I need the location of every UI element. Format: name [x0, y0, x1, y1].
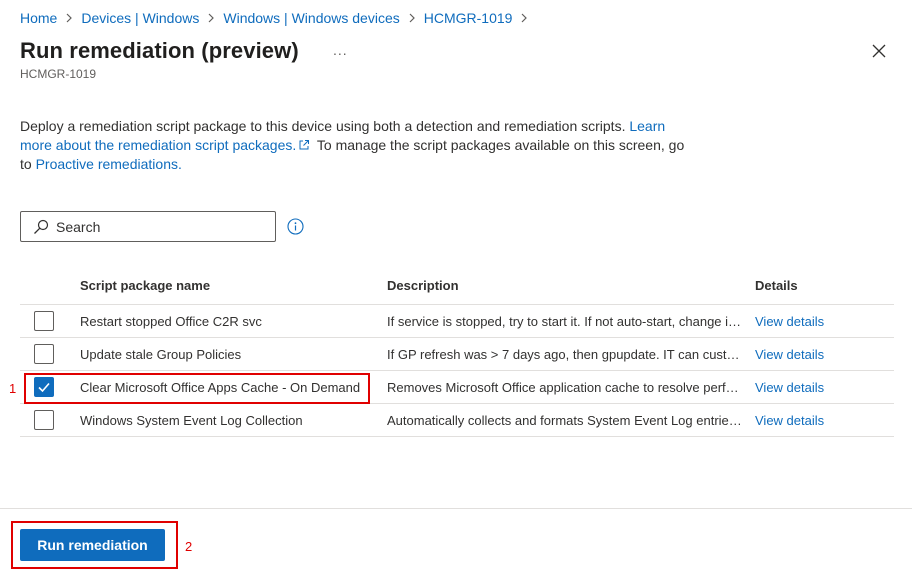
- page-subtitle: HCMGR-1019: [20, 67, 97, 81]
- table-row[interactable]: Clear Microsoft Office Apps Cache - On D…: [20, 371, 894, 404]
- script-package-name: Update stale Group Policies: [80, 346, 242, 362]
- breadcrumb-windows-devices[interactable]: Windows | Windows devices: [223, 9, 399, 27]
- script-package-name: Windows System Event Log Collection: [80, 412, 303, 428]
- row-checkbox[interactable]: [34, 344, 54, 364]
- view-details-link[interactable]: View details: [755, 314, 824, 329]
- script-packages-table: Script package name Description Details …: [20, 267, 894, 437]
- script-package-description: Removes Microsoft Office application cac…: [387, 379, 755, 395]
- search-input[interactable]: [56, 218, 256, 235]
- close-button[interactable]: [870, 42, 888, 60]
- run-remediation-panel: Home Devices | Windows Windows | Windows…: [0, 0, 912, 579]
- external-link-icon: [299, 140, 310, 150]
- view-details-link[interactable]: View details: [755, 347, 824, 362]
- more-options-button[interactable]: ...: [333, 42, 348, 58]
- script-package-name: Restart stopped Office C2R svc: [80, 313, 262, 329]
- script-package-name: Clear Microsoft Office Apps Cache - On D…: [80, 379, 361, 395]
- table-row[interactable]: Update stale Group Policies If GP refres…: [20, 338, 894, 371]
- view-details-link[interactable]: View details: [755, 380, 824, 395]
- row-checkbox[interactable]: [34, 311, 54, 331]
- chevron-right-icon: [65, 13, 73, 23]
- table-row[interactable]: Restart stopped Office C2R svc If servic…: [20, 305, 894, 338]
- row-checkbox[interactable]: [34, 410, 54, 430]
- checkmark-icon: [38, 382, 50, 393]
- run-remediation-button[interactable]: Run remediation: [20, 529, 165, 561]
- description-text: Deploy a remediation script package to t…: [20, 117, 690, 174]
- footer-divider: [0, 508, 912, 509]
- table-header: Script package name Description Details: [20, 267, 894, 305]
- description-part-1: Deploy a remediation script package to t…: [20, 118, 630, 134]
- script-package-description: If GP refresh was > 7 days ago, then gpu…: [387, 346, 755, 362]
- column-header-name[interactable]: Script package name: [80, 278, 387, 293]
- script-package-description: If service is stopped, try to start it. …: [387, 313, 755, 329]
- row-checkbox[interactable]: [34, 377, 54, 397]
- annotation-number-1: 1: [9, 381, 17, 396]
- annotation-number-2: 2: [185, 539, 193, 554]
- close-icon: [872, 44, 886, 58]
- search-box[interactable]: [20, 211, 276, 242]
- page-title: Run remediation (preview): [20, 38, 299, 63]
- column-header-description[interactable]: Description: [387, 278, 755, 293]
- breadcrumb-home[interactable]: Home: [20, 9, 57, 27]
- breadcrumb-devices-windows[interactable]: Devices | Windows: [81, 9, 199, 27]
- chevron-right-icon: [207, 13, 215, 23]
- column-header-details[interactable]: Details: [755, 278, 894, 293]
- chevron-right-icon: [520, 13, 528, 23]
- search-icon: [34, 219, 49, 234]
- breadcrumb-device[interactable]: HCMGR-1019: [424, 9, 513, 27]
- view-details-link[interactable]: View details: [755, 413, 824, 428]
- breadcrumb: Home Devices | Windows Windows | Windows…: [20, 9, 536, 27]
- chevron-right-icon: [408, 13, 416, 23]
- table-row[interactable]: Windows System Event Log Collection Auto…: [20, 404, 894, 437]
- proactive-remediations-link[interactable]: Proactive remediations.: [36, 156, 182, 172]
- info-icon[interactable]: [287, 218, 304, 235]
- script-package-description: Automatically collects and formats Syste…: [387, 412, 755, 428]
